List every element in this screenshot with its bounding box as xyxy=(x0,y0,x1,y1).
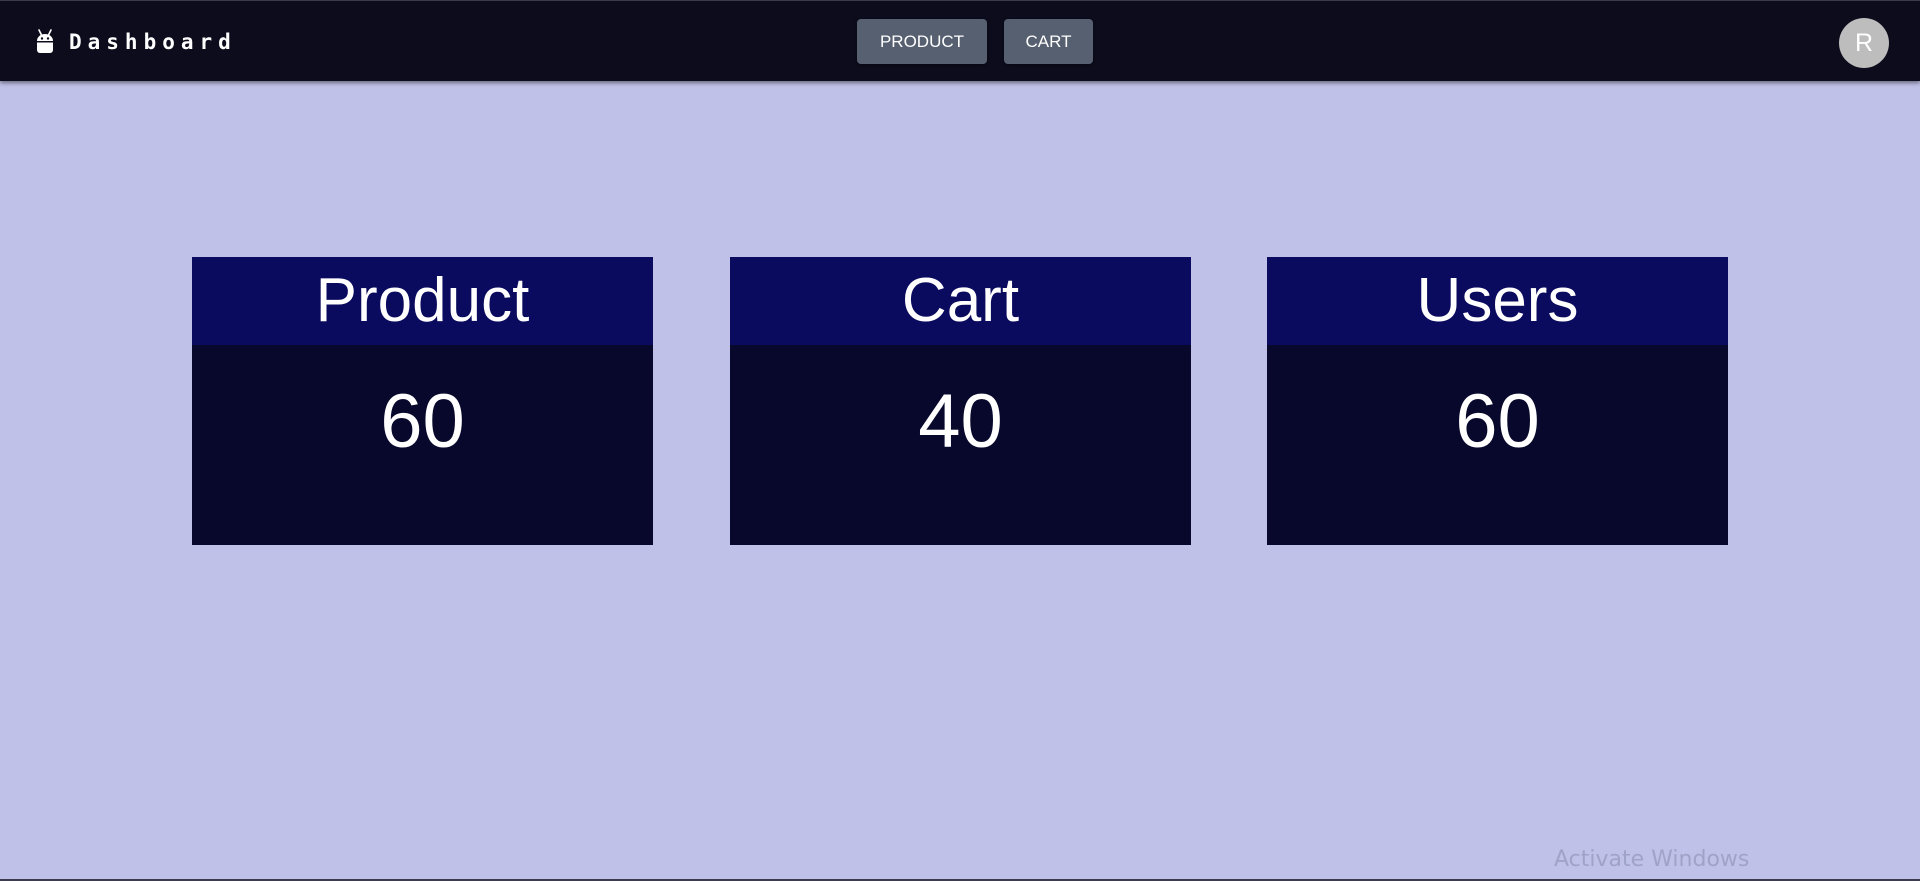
card-title: Product xyxy=(192,257,653,345)
activate-windows-watermark: Activate Windows xyxy=(1554,847,1750,872)
card-title: Users xyxy=(1267,257,1728,345)
android-icon xyxy=(37,29,53,53)
card-title: Cart xyxy=(730,257,1191,345)
main-nav: PRODUCT CART xyxy=(857,19,1093,64)
nav-cart-button[interactable]: CART xyxy=(1004,19,1093,64)
top-navbar: Dashboard PRODUCT CART R xyxy=(0,0,1920,81)
card-count: 60 xyxy=(380,379,465,464)
users-card: Users 60 xyxy=(1267,257,1728,545)
user-avatar[interactable]: R xyxy=(1839,18,1889,68)
brand[interactable]: Dashboard xyxy=(34,27,237,57)
product-card: Product 60 xyxy=(192,257,653,545)
card-count: 40 xyxy=(918,379,1003,464)
card-count: 60 xyxy=(1455,379,1540,464)
brand-title: Dashboard xyxy=(69,30,237,54)
cart-card: Cart 40 xyxy=(730,257,1191,545)
nav-product-button[interactable]: PRODUCT xyxy=(857,19,987,64)
